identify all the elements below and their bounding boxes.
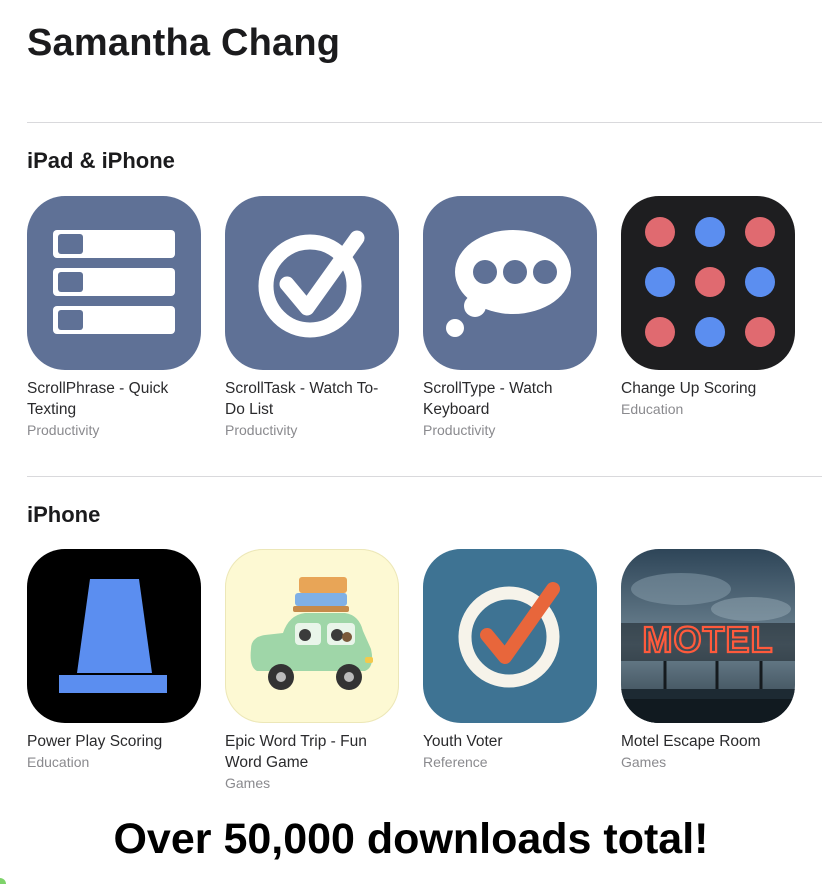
app-youth-voter[interactable]: Youth Voter Reference <box>423 549 599 772</box>
cone-icon <box>27 549 201 723</box>
section-title-ipad-iphone: iPad & iPhone <box>27 148 175 173</box>
app-scrollphrase[interactable]: ScrollPhrase - Quick Texting Productivit… <box>27 196 203 440</box>
developer-name: Samantha Chang <box>27 22 341 64</box>
app-scrolltask[interactable]: ScrollTask - Watch To-Do List Productivi… <box>225 196 401 440</box>
car-icon <box>225 549 399 723</box>
downloads-banner: Over 50,000 downloads total! <box>113 815 709 863</box>
corner-decoration <box>0 878 6 884</box>
app-name: Motel Escape Room <box>621 733 761 750</box>
section-divider <box>27 476 822 477</box>
app-category: Education <box>621 401 684 417</box>
app-motel-escape-room[interactable]: MOTEL Motel Escape Room Games <box>621 549 797 772</box>
app-name: ScrollType - Watch Keyboard <box>423 380 553 418</box>
list-icon <box>27 196 201 370</box>
app-category: Productivity <box>225 422 298 438</box>
app-category: Games <box>225 775 271 791</box>
thought-bubble-icon <box>423 196 597 370</box>
app-epic-word-trip[interactable]: Epic Word Trip - Fun Word Game Games <box>225 549 401 793</box>
motel-sign-icon: MOTEL <box>621 549 795 723</box>
app-category: Education <box>27 754 90 770</box>
dots-grid-icon <box>621 196 795 370</box>
app-scrolltype[interactable]: ScrollType - Watch Keyboard Productivity <box>423 196 599 440</box>
app-name: Epic Word Trip - Fun Word Game <box>225 733 367 771</box>
app-power-play-scoring[interactable]: Power Play Scoring Education <box>27 549 203 772</box>
app-category: Reference <box>423 754 488 770</box>
checkmark-circle-icon <box>225 196 399 370</box>
app-change-up-scoring[interactable]: Change Up Scoring Education <box>621 196 797 419</box>
checkmark-circle-icon <box>423 549 597 723</box>
app-category: Productivity <box>423 422 496 438</box>
app-name: Youth Voter <box>423 733 503 750</box>
app-name: Change Up Scoring <box>621 380 757 397</box>
svg-text:MOTEL: MOTEL <box>643 619 774 660</box>
app-name: ScrollPhrase - Quick Texting <box>27 380 169 418</box>
app-name: Power Play Scoring <box>27 733 163 750</box>
section-divider <box>27 122 822 123</box>
section-title-iphone: iPhone <box>27 502 101 527</box>
app-category: Productivity <box>27 422 100 438</box>
app-category: Games <box>621 754 667 770</box>
app-name: ScrollTask - Watch To-Do List <box>225 380 379 418</box>
